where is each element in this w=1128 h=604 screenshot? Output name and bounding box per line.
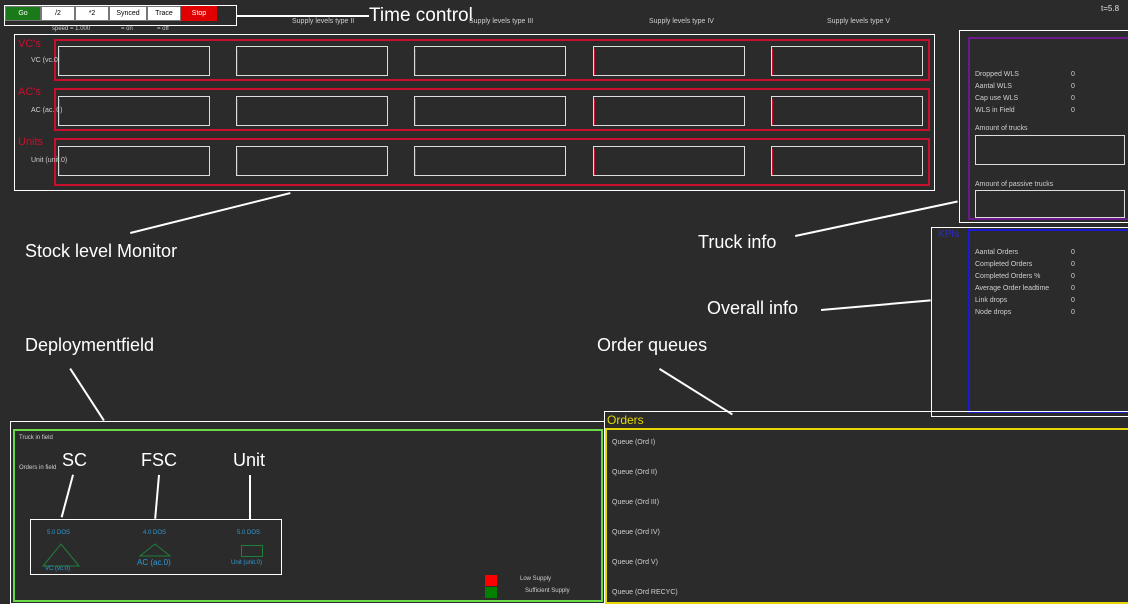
- supply-header: Supply levels type II: [292, 18, 355, 25]
- synced-state: = on: [121, 26, 133, 32]
- annotation-line: [130, 192, 291, 234]
- stock-cell: [414, 46, 566, 76]
- unit-node-square-icon: [241, 545, 263, 557]
- stock-level-monitor-label: Stock level Monitor: [25, 241, 178, 261]
- amount-passive-trucks-label: Amount of passive trucks: [975, 181, 1054, 188]
- annotation-line: [69, 368, 105, 421]
- annotation-line: [237, 15, 369, 17]
- stop-button[interactable]: Stop: [181, 6, 217, 21]
- node-dos: 4.0 DOS: [143, 530, 167, 536]
- low-supply-swatch: [485, 575, 497, 586]
- supply-header: Supply levels type III: [469, 18, 534, 25]
- stock-cell: [236, 46, 388, 76]
- stock-cell: [771, 96, 923, 126]
- vc-node-triangle-icon: [42, 543, 80, 567]
- kpi-title: KPIs: [938, 229, 960, 240]
- stock-cell: [58, 96, 210, 126]
- synced-button[interactable]: Synced: [109, 6, 147, 21]
- sufficient-supply-label: Sufficient Supply: [525, 588, 570, 594]
- supply-header: Supply levels type V: [827, 18, 891, 25]
- truck-in-field-label: Truck in field: [19, 435, 53, 441]
- node-name: AC (ac.0): [137, 558, 171, 567]
- orders-title: Orders: [607, 413, 644, 427]
- stock-cell: [58, 146, 210, 176]
- orders-panel: [605, 428, 1128, 604]
- stock-cell: [593, 146, 745, 176]
- order-queue: Queue (Ord RECYC): [612, 589, 678, 596]
- node-dos: 5.0 DOS: [47, 530, 71, 536]
- node-name: Unit (unit.0): [231, 560, 263, 566]
- order-queue: Queue (Ord II): [612, 469, 658, 476]
- order-queues-label: Order queues: [597, 335, 708, 355]
- amount-trucks-box: [975, 135, 1125, 165]
- trace-state: = off: [157, 26, 169, 32]
- low-supply-label: Low Supply: [520, 576, 552, 582]
- trace-button[interactable]: Trace: [147, 6, 181, 21]
- order-queue: Queue (Ord III): [612, 499, 660, 506]
- ac-group-title: AC's: [18, 86, 41, 98]
- stock-cell: [58, 46, 210, 76]
- unit-group-title: Units: [18, 136, 44, 148]
- stock-cell: [236, 96, 388, 126]
- stock-cell: [593, 96, 745, 126]
- kpi-stat: Node drops 0: [975, 309, 1075, 316]
- annotation-line: [249, 475, 251, 519]
- sc-label: SC: [62, 450, 88, 470]
- vc-row-label: VC (vc.0): [31, 57, 61, 64]
- kpi-stat: Completed Orders % 0: [975, 273, 1075, 280]
- time-control-label: Time control: [369, 5, 473, 26]
- stock-cell: [414, 96, 566, 126]
- order-queue: Queue (Ord IV): [612, 529, 660, 536]
- sufficient-supply-swatch: [485, 587, 497, 598]
- fsc-label: FSC: [141, 450, 177, 470]
- node-dos: 5.0 DOS: [237, 530, 261, 536]
- kpi-stat: Aantal Orders 0: [975, 249, 1075, 256]
- supply-header: Supply levels type IV: [649, 18, 714, 25]
- stock-cell: [771, 146, 923, 176]
- truck-stat: WLS in Field 0: [975, 107, 1075, 114]
- unit-label: Unit: [233, 450, 266, 470]
- amount-passive-trucks-box: [975, 190, 1125, 218]
- node-name: VC (vc.0): [45, 566, 71, 572]
- order-queue: Queue (Ord V): [612, 559, 658, 566]
- kpi-stat: Link drops 0: [975, 297, 1075, 304]
- half-speed-button[interactable]: /2: [41, 6, 75, 21]
- overall-info-label: Overall info: [707, 298, 799, 318]
- order-queue: Queue (Ord I): [612, 439, 656, 446]
- kpi-stat: Completed Orders 0: [975, 261, 1075, 268]
- annotation-line: [659, 368, 733, 415]
- double-speed-button[interactable]: *2: [75, 6, 109, 21]
- go-button[interactable]: Go: [5, 6, 41, 21]
- time-display: t=5.8: [1101, 4, 1120, 13]
- speed-readout: speed = 1.000: [52, 26, 91, 32]
- stock-cell: [771, 46, 923, 76]
- stock-cell: [593, 46, 745, 76]
- amount-trucks-label: Amount of trucks: [975, 125, 1028, 132]
- annotation-line: [821, 299, 931, 311]
- orders-in-field-label: Orders in field: [19, 465, 57, 471]
- stock-cell: [414, 146, 566, 176]
- ac-node-triangle-icon: [139, 543, 171, 557]
- kpi-panel: [968, 229, 1128, 413]
- kpi-stat: Average Order leadtime 0: [975, 285, 1075, 292]
- deploymentfield-label: Deploymentfield: [25, 335, 155, 355]
- truck-stat: Cap use WLS 0: [975, 95, 1075, 102]
- vc-group-title: VC's: [18, 38, 41, 50]
- stock-cell: [236, 146, 388, 176]
- truck-stat: Aantal WLS 0: [975, 83, 1075, 90]
- truck-stat: Dropped WLS 0: [975, 71, 1075, 78]
- deployment-field: [13, 429, 603, 602]
- truck-info-label: Truck info: [698, 232, 777, 252]
